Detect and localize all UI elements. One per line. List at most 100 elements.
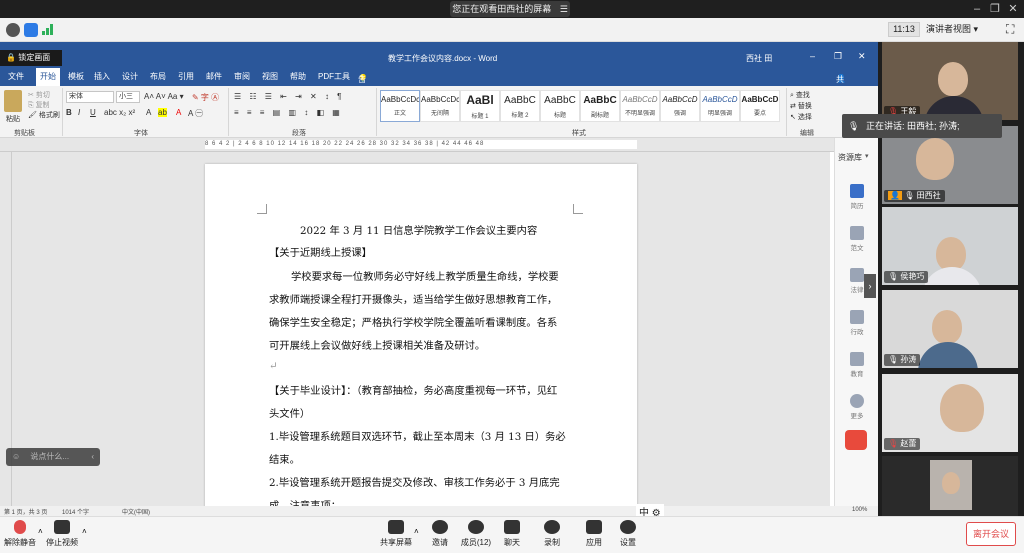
word-window: 🔒 锁定画面 教学工作会议内容.docx - Word 西社 田 – ❐ ✕ 文… [0,42,878,516]
list-bullets-icon[interactable]: ☰ ☷ ☰ ⇤ ⇥ ✕ ↕ ¶ [234,92,344,101]
italic-icon[interactable]: I [78,108,80,117]
doc-paragraph-line: 可开展线上会议做好线上授课相关准备及研讨。 [269,340,486,352]
fullscreen-icon[interactable]: ⛶ [1006,22,1014,37]
cut-button[interactable]: ✂ 剪切 [28,90,50,100]
style-heading-1[interactable]: AaBl 标题 1 [460,90,500,122]
settings-button[interactable]: 设置 [610,520,646,548]
char-shading-icon[interactable]: A ㊀ [188,108,203,119]
style-title[interactable]: AaBbC 标题 [540,90,580,122]
style-normal[interactable]: AaBbCcDc 正文 [380,90,420,122]
style-name: 标题 [553,113,566,119]
emoji-icon[interactable]: ☺ [12,452,20,461]
font-grow-icon[interactable]: A˄ A˅ Aa ▾ [144,92,184,101]
tab-home[interactable]: 开始 [36,68,60,86]
style-emphasis[interactable]: AaBbCcD 强调 [660,90,700,122]
apps-button[interactable]: 应用 [576,520,612,548]
tab-layout[interactable]: 布局 [150,71,166,82]
style-subtle-emphasis[interactable]: AaBbCcD 不明显强调 [620,90,660,122]
tab-file[interactable]: 文件 [8,71,24,82]
font-name-select[interactable]: 宋体 [66,91,114,103]
format-painter-label: 格式刷 [38,112,60,119]
tab-pdf-tools[interactable]: PDF工具 [318,71,350,82]
invite-button[interactable]: 邀请 [422,520,458,548]
ime-label: 中 [639,508,649,516]
shield-icon[interactable] [24,23,38,37]
style-strong[interactable]: AaBbCcD 要点 [740,90,780,122]
strikethrough-icon[interactable]: abc x₂ x² [104,108,135,117]
members-button[interactable]: 成员(12) [458,520,494,548]
view-mode-label: 演讲者视图 [926,24,972,34]
info-icon[interactable] [6,23,20,37]
tab-insert[interactable]: 插入 [94,71,110,82]
chat-input-pill[interactable]: ☺ 说点什么... ‹ [6,448,100,466]
chevron-up-icon[interactable]: ˄ [38,527,43,536]
side-item-sample[interactable]: 范文 [841,226,873,252]
mic-icon: 🎙 [888,355,899,364]
unmute-button[interactable]: 解除静音 [2,520,38,548]
minimize-icon[interactable]: – [970,2,984,16]
copy-button[interactable]: ⎘ 复制 [28,100,50,110]
side-item-admin[interactable]: 行政 [841,310,873,336]
chevron-up-icon[interactable]: ˄ [82,527,87,536]
ribbon-home: 粘贴 ✂ 剪切 ⎘ 复制 🖌 格式刷 剪贴板 宋体 小三 A˄ A˅ Aa ▾ … [0,86,878,138]
restore-icon[interactable]: ❐ [834,51,842,62]
underline-icon[interactable]: U [90,108,96,117]
red-envelope-icon[interactable] [845,430,867,450]
video-tile[interactable]: 🎙 赵蕾 [882,374,1018,452]
restore-icon[interactable]: ❐ [988,2,1002,16]
tab-design[interactable]: 设计 [122,71,138,82]
chevron-up-icon[interactable]: ˄ [414,527,419,536]
align-left-icon[interactable]: ≡ ≡ ≡ ▤ ▥ ↕ ◧ ▦ [234,108,343,117]
tab-mailings[interactable]: 邮件 [206,71,222,82]
tab-review[interactable]: 审阅 [234,71,250,82]
video-tile[interactable]: 🎙 侯艳巧 [882,207,1018,285]
format-painter-button[interactable]: 🖌 格式刷 [28,110,60,120]
style-heading-2[interactable]: AaBbC 标题 2 [500,90,540,122]
paste-icon[interactable] [4,90,22,112]
status-language: 中文(中国) [122,510,150,516]
bold-icon[interactable]: B [66,108,72,117]
clear-format-icon[interactable]: ✎ 字 Ⓐ [192,92,219,103]
tab-help[interactable]: 帮助 [290,71,306,82]
select-button[interactable]: ↖ 选择 [790,112,812,122]
status-zoom[interactable]: 100% [852,507,867,513]
text-effects-icon[interactable]: A [146,108,151,117]
close-icon[interactable]: ✕ [1006,2,1020,16]
stop-video-button[interactable]: 停止视频 [44,520,80,548]
tab-view[interactable]: 视图 [262,71,278,82]
chat-button[interactable]: 聊天 [494,520,530,548]
group-editing: 编辑 [800,130,814,137]
ime-indicator[interactable]: 中 ⚙ [636,504,664,516]
tab-references[interactable]: 引用 [178,71,194,82]
mic-muted-icon: 🎙 [888,439,899,448]
tab-template[interactable]: 模板 [68,71,84,82]
side-item-more[interactable]: 更多 [841,394,873,420]
chevron-down-icon[interactable]: ▾ [865,152,869,160]
find-button[interactable]: ⌕ 查找 [790,90,810,100]
lock-screen-button[interactable]: 🔒 锁定画面 [0,50,62,66]
style-intense-emphasis[interactable]: AaBbCcD 明显强调 [700,90,740,122]
side-item-education[interactable]: 教育 [841,352,873,378]
menu-icon[interactable]: ☰ [560,4,568,14]
record-button[interactable]: 录制 [534,520,570,548]
font-color-icon[interactable]: A [176,108,181,117]
style-sample: AaBbCcDc [381,95,419,104]
group-paragraph: 段落 [292,130,306,137]
style-subtitle[interactable]: AaBbC 副标题 [580,90,620,122]
view-mode-select[interactable]: 演讲者视图 ▾ [926,22,998,37]
document-page[interactable]: 2022 年 3 月 11 日信息学院教学工作会议主要内容 【关于近期线上授课】… [205,164,637,506]
close-icon[interactable]: ✕ [858,51,866,62]
chevron-left-icon[interactable]: ‹ [91,448,94,466]
share-screen-button[interactable]: 共享屏幕 [378,520,414,548]
minimize-icon[interactable]: – [810,51,815,61]
font-size-select[interactable]: 小三 [116,91,140,103]
leave-meeting-button[interactable]: 离开会议 [966,522,1016,546]
video-tile[interactable]: 🎙 孙涛 [882,290,1018,368]
video-tile[interactable]: 🎙 王毅 [882,42,1018,120]
replace-button[interactable]: ⇄ 替换 [790,101,812,111]
style-no-spacing[interactable]: AaBbCcDc 无间隔 [420,90,460,122]
share-screen-icon [388,520,404,534]
highlight-icon[interactable]: ab [158,108,167,117]
collapse-panel-icon[interactable]: › [864,274,876,298]
side-item-resume[interactable]: 简历 [841,184,873,210]
